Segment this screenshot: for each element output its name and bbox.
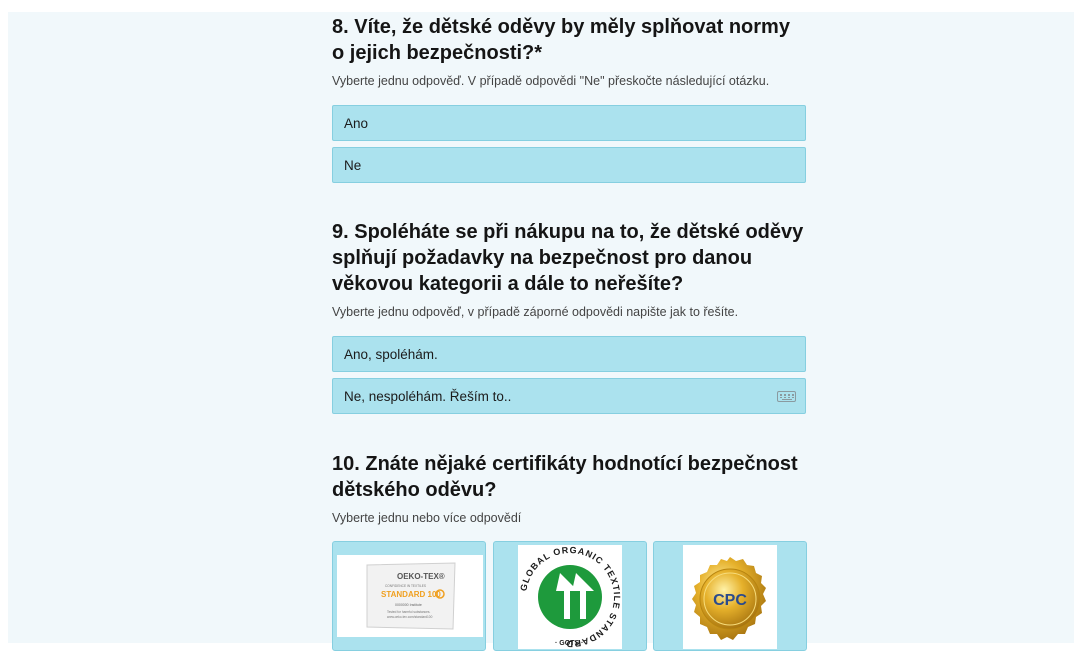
question-8-title: 8. Víte, že dětské oděvy by měly splňova…: [332, 16, 790, 64]
option-label: Ano: [344, 115, 369, 131]
oeko-tex-logo: OEKO-TEX® CONFIDENCE IN TEXTILES STANDAR…: [337, 555, 483, 637]
question-10-hint: Vyberte jednu nebo více odpovědí: [332, 511, 522, 525]
oeko-line4: www.oeko-tex.com/standard100: [387, 615, 433, 619]
oeko-standard: STANDARD 100: [381, 590, 441, 599]
question-10-title: 10. Znáte nějaké certifikáty hodnotící b…: [332, 453, 798, 501]
keyboard-icon: [777, 391, 796, 402]
option-ne[interactable]: Ne: [332, 147, 806, 183]
cpc-text: CPC: [713, 592, 747, 609]
option-label: Ano, spoléhám.: [344, 346, 438, 362]
certificate-oeko-tex[interactable]: OEKO-TEX® CONFIDENCE IN TEXTILES STANDAR…: [332, 541, 486, 651]
cpc-seal: CPC: [683, 545, 777, 649]
option-ano[interactable]: Ano: [332, 105, 806, 141]
certificate-gots[interactable]: GLOBAL ORGANIC TEXTILE STANDARD · GOTS ·: [493, 541, 647, 651]
question-9: 9. Spoléháte se při nákupu na to, že dět…: [332, 219, 806, 297]
option-ano-spoleham[interactable]: Ano, spoléhám.: [332, 336, 806, 372]
gots-short-text: · GOTS ·: [555, 640, 583, 647]
oeko-line3: Tested for harmful substances.: [387, 610, 431, 614]
oeko-line2: 0000000 Institute: [395, 603, 422, 607]
question-10: 10. Znáte nějaké certifikáty hodnotící b…: [332, 451, 806, 503]
question-8-hint: Vyberte jednu odpověď. V případě odpověd…: [332, 74, 770, 88]
oeko-brand: OEKO-TEX®: [397, 572, 445, 581]
option-label: Ne: [344, 157, 362, 173]
oeko-line1: CONFIDENCE IN TEXTILES: [385, 584, 426, 588]
certificate-cpc[interactable]: CPC: [653, 541, 807, 651]
cpc-seal-image: CPC: [683, 545, 777, 649]
question-8: 8. Víte, že dětské oděvy by měly splňova…: [332, 14, 806, 66]
option-label: Ne, nespoléhám. Řeším to..: [344, 388, 512, 404]
survey-page: 8. Víte, že dětské oděvy by měly splňova…: [8, 12, 1074, 651]
question-9-title: 9. Spoléháte se při nákupu na to, že dět…: [332, 221, 804, 295]
gots-logo-image: GLOBAL ORGANIC TEXTILE STANDARD · GOTS ·: [518, 545, 622, 649]
oeko-tex-label-image: OEKO-TEX® CONFIDENCE IN TEXTILES STANDAR…: [337, 555, 483, 637]
question-9-hint: Vyberte jednu odpověď, v případě záporné…: [332, 305, 739, 319]
gots-logo: GLOBAL ORGANIC TEXTILE STANDARD · GOTS ·: [518, 545, 622, 649]
option-ne-resim-to[interactable]: Ne, nespoléhám. Řeším to..: [332, 378, 806, 414]
